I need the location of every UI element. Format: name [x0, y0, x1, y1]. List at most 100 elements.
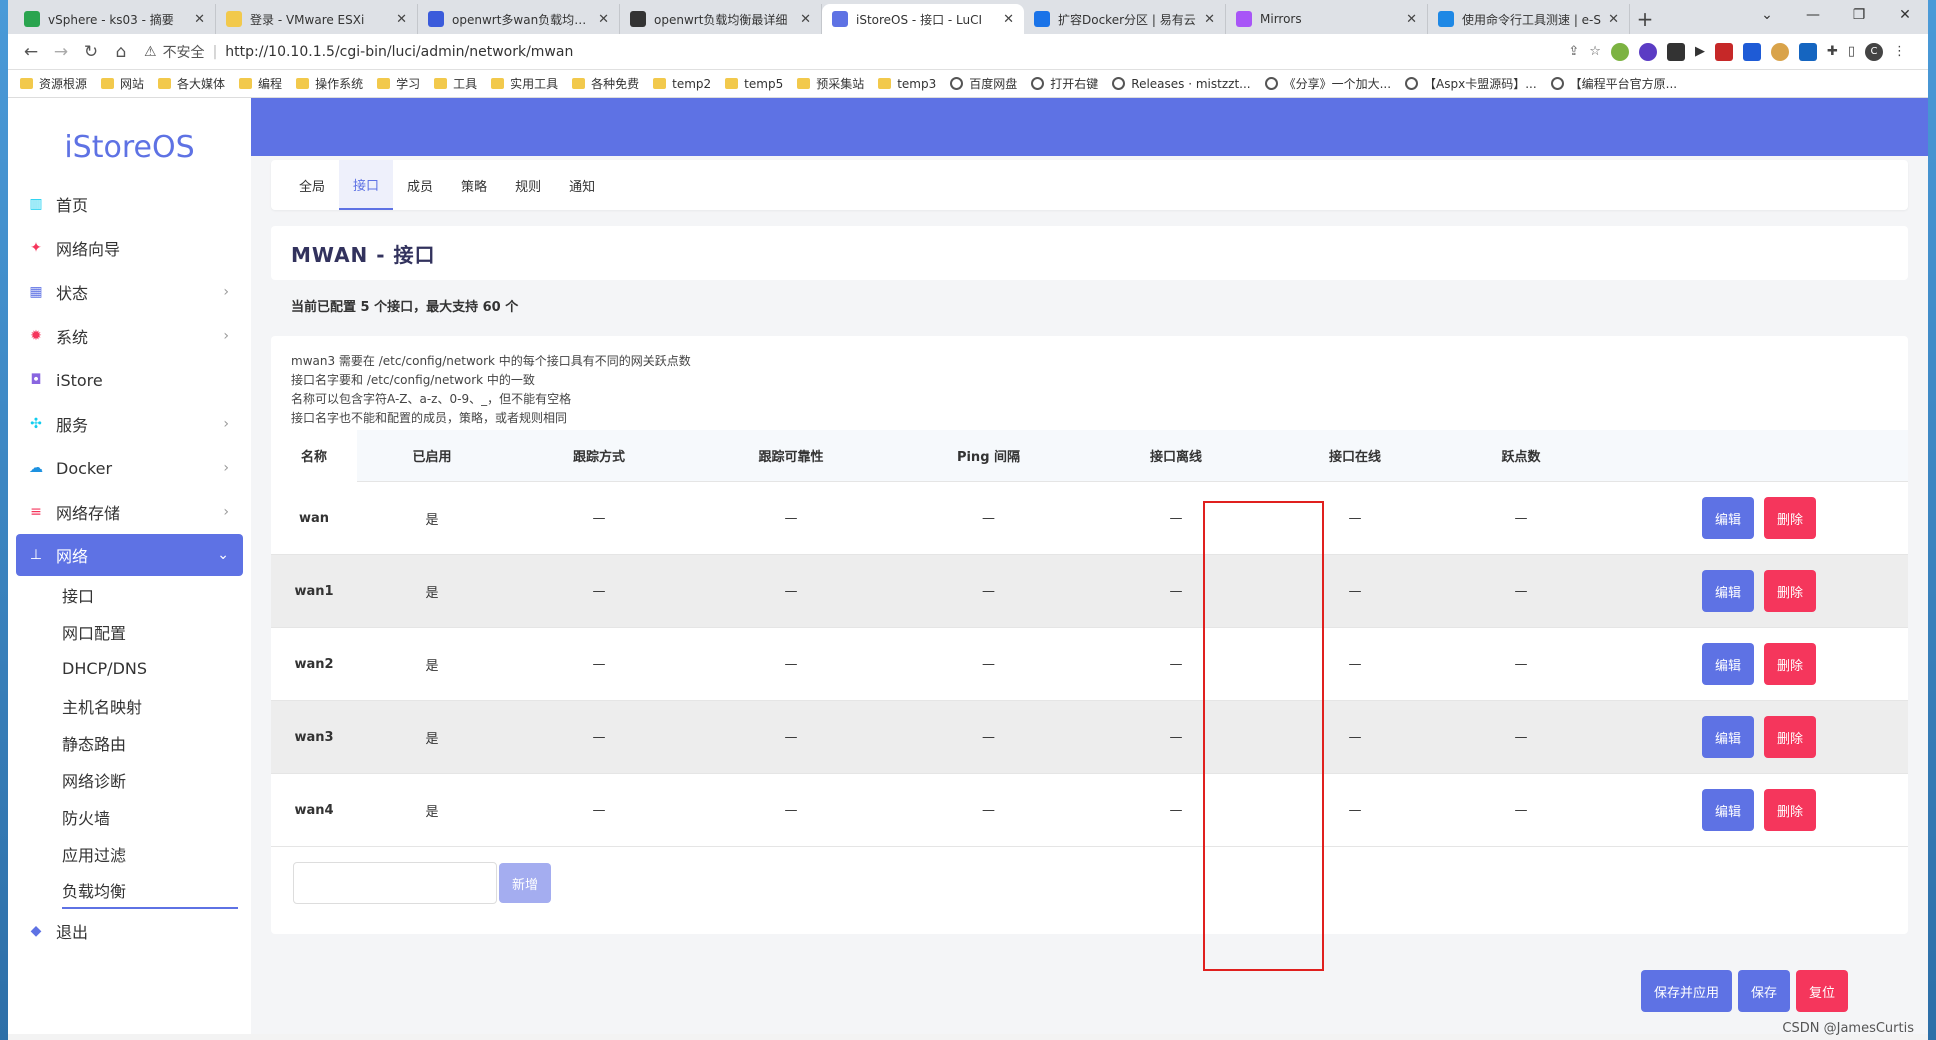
edit-button[interactable]: 编辑 [1701, 497, 1754, 539]
page-tab[interactable]: 成员 [393, 160, 447, 210]
tab-close-icon[interactable]: ✕ [1406, 12, 1417, 27]
delete-button[interactable]: 删除 [1763, 716, 1816, 758]
submenu-item[interactable]: 主机名映射 [62, 687, 243, 724]
bookmark-item[interactable]: 百度网盘 [950, 75, 1017, 92]
bookmark-item[interactable]: 《分享》一个加大... [1264, 75, 1391, 92]
sidebar-item-logout[interactable]: ◆ 退出 [16, 909, 243, 953]
bookmark-item[interactable]: 资源根源 [20, 75, 87, 92]
delete-button[interactable]: 删除 [1763, 497, 1816, 539]
add-button[interactable]: 新增 [499, 863, 552, 903]
extension-dark-icon[interactable] [1666, 42, 1685, 61]
tab-close-icon[interactable]: ✕ [396, 12, 407, 27]
page-tab[interactable]: 策略 [447, 160, 501, 210]
bookmark-item[interactable]: 工具 [434, 75, 477, 92]
tab-search-icon[interactable]: ⌄ [1744, 0, 1790, 30]
bookmark-item[interactable]: temp5 [725, 77, 783, 91]
bookmark-star-icon[interactable]: ☆ [1589, 44, 1601, 59]
tab-close-icon[interactable]: ✕ [800, 12, 811, 27]
sidebar-item[interactable]: ▦ 状态 › [16, 270, 243, 314]
bookmark-item[interactable]: 编程 [239, 75, 282, 92]
submenu-item[interactable]: 接口 [62, 576, 243, 613]
browser-tab[interactable]: vSphere - ks03 - 摘要 ✕ [14, 4, 216, 34]
sidepanel-icon[interactable]: ▯ [1848, 44, 1855, 59]
bookmark-item[interactable]: 【Aspx卡盟源码】... [1405, 75, 1537, 92]
extension-blue-icon[interactable] [1742, 42, 1761, 61]
extension-purple-icon[interactable] [1638, 42, 1657, 61]
bookmark-item[interactable]: 【编程平台官方原... [1550, 75, 1677, 92]
play-icon[interactable]: ▶ [1695, 44, 1705, 59]
bookmark-item[interactable]: 预采集站 [797, 75, 864, 92]
bookmark-item[interactable]: 各大媒体 [158, 75, 225, 92]
page-tab[interactable]: 规则 [501, 160, 555, 210]
sidebar-item[interactable]: ▥ 首页 [16, 182, 243, 226]
bookmark-item[interactable]: Releases · mistzzt... [1112, 77, 1251, 91]
extension-cap-icon[interactable] [1798, 42, 1817, 61]
sidebar-item-network[interactable]: ⊥ 网络 ⌄ [16, 534, 243, 576]
close-window-icon[interactable]: ✕ [1882, 0, 1928, 30]
submenu-item[interactable]: 网口配置 [62, 613, 243, 650]
minimize-icon[interactable]: — [1790, 0, 1836, 30]
brand-logo[interactable]: iStoreOS [8, 98, 251, 182]
bookmark-item[interactable]: temp3 [878, 77, 936, 91]
submenu-item[interactable]: 网络诊断 [62, 761, 243, 798]
edit-button[interactable]: 编辑 [1701, 643, 1754, 685]
extension-red-icon[interactable] [1714, 42, 1733, 61]
submenu-item[interactable]: 静态路由 [62, 724, 243, 761]
submenu-item[interactable]: DHCP/DNS [62, 650, 243, 687]
tab-close-icon[interactable]: ✕ [1608, 12, 1619, 27]
edit-button[interactable]: 编辑 [1701, 570, 1754, 612]
browser-tab[interactable]: openwrt负载均衡最详细 ✕ [620, 4, 822, 34]
tab-close-icon[interactable]: ✕ [1204, 12, 1215, 27]
submenu-item[interactable]: 防火墙 [62, 798, 243, 835]
extension-cookie-icon[interactable] [1770, 42, 1789, 61]
bookmark-item[interactable]: 各种免费 [572, 75, 639, 92]
sidebar-item[interactable]: ☁ Docker › [16, 446, 243, 490]
edit-button[interactable]: 编辑 [1701, 789, 1754, 831]
submenu-item[interactable]: 应用过滤 [62, 835, 243, 872]
sidebar-item[interactable]: ✦ 网络向导 [16, 226, 243, 270]
forward-icon[interactable]: → [46, 37, 76, 67]
reload-icon[interactable]: ↻ [76, 37, 106, 67]
page-tab[interactable]: 通知 [555, 160, 609, 210]
delete-button[interactable]: 删除 [1763, 570, 1816, 612]
back-icon[interactable]: ← [16, 37, 46, 67]
extension-green-icon[interactable] [1610, 42, 1629, 61]
new-tab-button[interactable]: + [1630, 4, 1660, 34]
sidebar-item[interactable]: ◘ iStore [16, 358, 243, 402]
menu-kebab-icon[interactable]: ⋮ [1893, 44, 1906, 59]
restore-icon[interactable]: ❐ [1836, 0, 1882, 30]
puzzle-extensions-icon[interactable]: ✚ [1827, 44, 1838, 59]
bookmark-item[interactable]: temp2 [653, 77, 711, 91]
sidebar-item[interactable]: ✣ 服务 › [16, 402, 243, 446]
browser-tab[interactable]: iStoreOS - 接口 - LuCI ✕ [822, 4, 1024, 34]
edit-button[interactable]: 编辑 [1701, 716, 1754, 758]
bookmark-item[interactable]: 打开右键 [1031, 75, 1098, 92]
browser-tab[interactable]: 扩容Docker分区 | 易有云 ✕ [1024, 4, 1226, 34]
delete-button[interactable]: 删除 [1763, 643, 1816, 685]
page-tab[interactable]: 全局 [285, 160, 339, 210]
share-icon[interactable]: ⇪ [1568, 44, 1579, 59]
address-bar[interactable]: ⚠ 不安全 | http://10.10.1.5/cgi-bin/luci/ad… [144, 38, 1444, 66]
bookmark-item[interactable]: 网站 [101, 75, 144, 92]
tab-close-icon[interactable]: ✕ [194, 12, 205, 27]
save-button[interactable]: 保存 [1737, 970, 1790, 1012]
browser-tab[interactable]: Mirrors ✕ [1226, 4, 1428, 34]
home-icon[interactable]: ⌂ [106, 37, 136, 67]
bookmark-item[interactable]: 实用工具 [491, 75, 558, 92]
delete-button[interactable]: 删除 [1763, 789, 1816, 831]
sidebar-item[interactable]: ≡ 网络存储 › [16, 490, 243, 534]
browser-tab[interactable]: 使用命令行工具测速 | e-S ✕ [1428, 4, 1630, 34]
page-tab[interactable]: 接口 [339, 160, 394, 210]
bookmark-item[interactable]: 操作系统 [296, 75, 363, 92]
browser-tab[interactable]: 登录 - VMware ESXi ✕ [216, 4, 418, 34]
new-interface-name-input[interactable] [293, 862, 497, 904]
url-text[interactable]: http://10.10.1.5/cgi-bin/luci/admin/netw… [225, 44, 573, 60]
sidebar-item[interactable]: ✹ 系统 › [16, 314, 243, 358]
browser-tab[interactable]: openwrt多wan负载均衡_ ✕ [418, 4, 620, 34]
bookmark-item[interactable]: 学习 [377, 75, 420, 92]
reset-button[interactable]: 复位 [1795, 970, 1848, 1012]
tab-close-icon[interactable]: ✕ [1003, 12, 1014, 27]
save-apply-button[interactable]: 保存并应用 [1640, 970, 1732, 1012]
submenu-item[interactable]: 负载均衡 [62, 872, 238, 909]
tab-close-icon[interactable]: ✕ [598, 12, 609, 27]
